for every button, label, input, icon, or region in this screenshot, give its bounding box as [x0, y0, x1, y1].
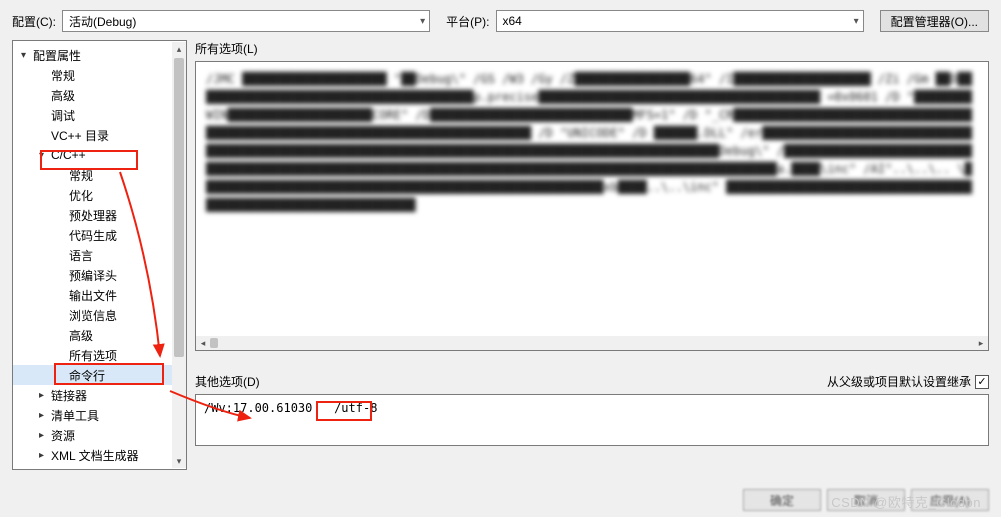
- tree-item-label: 调试: [51, 107, 75, 124]
- inherit-label: 从父级或项目默认设置继承: [827, 373, 971, 390]
- tree-item-label: 常规: [69, 167, 93, 184]
- tree-item-label: C/C++: [51, 148, 86, 162]
- tree-item-15[interactable]: 所有选项: [13, 345, 174, 365]
- tree-item-5[interactable]: ▾C/C++: [13, 145, 174, 165]
- tree-item-3[interactable]: 调试: [13, 105, 174, 125]
- platform-combobox[interactable]: x64 ▾: [496, 10, 864, 32]
- other-options-wv: /Wv:17.00.61030: [204, 401, 312, 415]
- tree-item-7[interactable]: 优化: [13, 185, 174, 205]
- expander-closed-icon[interactable]: ▸: [39, 410, 51, 421]
- other-options-label: 其他选项(D): [195, 373, 260, 390]
- config-combobox[interactable]: 活动(Debug) ▾: [62, 10, 430, 32]
- all-options-text: /JMC ████████████████████ "██Debug\" /GS…: [196, 62, 988, 222]
- all-options-h-scrollbar[interactable]: ◂ ▸: [196, 336, 988, 350]
- tree-item-label: VC++ 目录: [51, 127, 109, 144]
- chevron-down-icon: ▾: [420, 16, 425, 27]
- scroll-down-icon[interactable]: ▾: [172, 454, 186, 468]
- tree-item-label: 优化: [69, 187, 93, 204]
- tree-item-11[interactable]: 预编译头: [13, 265, 174, 285]
- tree-item-label: XML 文档生成器: [51, 447, 139, 464]
- tree-item-2[interactable]: 高级: [13, 85, 174, 105]
- tree-item-label: 资源: [51, 427, 75, 444]
- tree-item-label: 命令行: [69, 367, 105, 384]
- tree-item-17[interactable]: ▸链接器: [13, 385, 174, 405]
- scroll-left-icon[interactable]: ◂: [196, 336, 210, 350]
- other-options-textarea[interactable]: /Wv:17.00.61030 /utf-8: [195, 394, 989, 446]
- tree-item-label: 链接器: [51, 387, 87, 404]
- tree-item-6[interactable]: 常规: [13, 165, 174, 185]
- tree-item-4[interactable]: VC++ 目录: [13, 125, 174, 145]
- tree-item-8[interactable]: 预处理器: [13, 205, 174, 225]
- tree-item-label: 浏览信息: [69, 307, 117, 324]
- expander-closed-icon[interactable]: ▸: [39, 450, 51, 461]
- platform-label: 平台(P):: [446, 13, 489, 30]
- tree-item-label: 所有选项: [69, 347, 117, 364]
- tree-item-9[interactable]: 代码生成: [13, 225, 174, 245]
- tree-item-14[interactable]: 高级: [13, 325, 174, 345]
- tree-item-19[interactable]: ▸资源: [13, 425, 174, 445]
- tree-item-1[interactable]: 常规: [13, 65, 174, 85]
- inherit-checkbox[interactable]: ✓: [975, 375, 989, 389]
- tree-item-20[interactable]: ▸XML 文档生成器: [13, 445, 174, 465]
- tree-item-label: 高级: [69, 327, 93, 344]
- expander-open-icon[interactable]: ▾: [39, 150, 51, 161]
- tree-item-label: 输出文件: [69, 287, 117, 304]
- tree-item-0[interactable]: ▾配置属性: [13, 45, 174, 65]
- platform-value: x64: [503, 14, 522, 28]
- tree-item-label: 配置属性: [33, 47, 81, 64]
- tree-item-label: 预编译头: [69, 267, 117, 284]
- scrollbar-thumb[interactable]: [210, 338, 218, 348]
- tree-item-13[interactable]: 浏览信息: [13, 305, 174, 325]
- cancel-button[interactable]: 取消: [827, 489, 905, 511]
- apply-button[interactable]: 应用(A): [911, 489, 989, 511]
- tree-scrollbar[interactable]: ▴ ▾: [172, 42, 186, 468]
- tree-item-label: 清单工具: [51, 407, 99, 424]
- tree-item-label: 常规: [51, 67, 75, 84]
- config-value: 活动(Debug): [69, 13, 136, 30]
- property-tree: ▾配置属性常规高级调试VC++ 目录▾C/C++常规优化预处理器代码生成语言预编…: [12, 40, 187, 470]
- tree-item-10[interactable]: 语言: [13, 245, 174, 265]
- other-options-utf8: /utf-8: [334, 401, 377, 415]
- chevron-down-icon: ▾: [854, 16, 859, 27]
- all-options-label: 所有选项(L): [195, 40, 989, 57]
- config-label: 配置(C):: [12, 13, 56, 30]
- ok-button[interactable]: 确定: [743, 489, 821, 511]
- tree-item-label: 高级: [51, 87, 75, 104]
- tree-item-18[interactable]: ▸清单工具: [13, 405, 174, 425]
- scroll-right-icon[interactable]: ▸: [974, 336, 988, 350]
- tree-item-label: 代码生成: [69, 227, 117, 244]
- config-manager-button[interactable]: 配置管理器(O)...: [880, 10, 989, 32]
- expander-closed-icon[interactable]: ▸: [39, 390, 51, 401]
- expander-open-icon[interactable]: ▾: [21, 50, 33, 61]
- tree-item-16[interactable]: 命令行: [13, 365, 174, 385]
- tree-item-label: 预处理器: [69, 207, 117, 224]
- scroll-up-icon[interactable]: ▴: [172, 42, 186, 56]
- expander-closed-icon[interactable]: ▸: [39, 430, 51, 441]
- all-options-textarea[interactable]: /JMC ████████████████████ "██Debug\" /GS…: [195, 61, 989, 351]
- tree-item-12[interactable]: 输出文件: [13, 285, 174, 305]
- tree-item-label: 语言: [69, 247, 93, 264]
- scrollbar-thumb[interactable]: [174, 58, 184, 357]
